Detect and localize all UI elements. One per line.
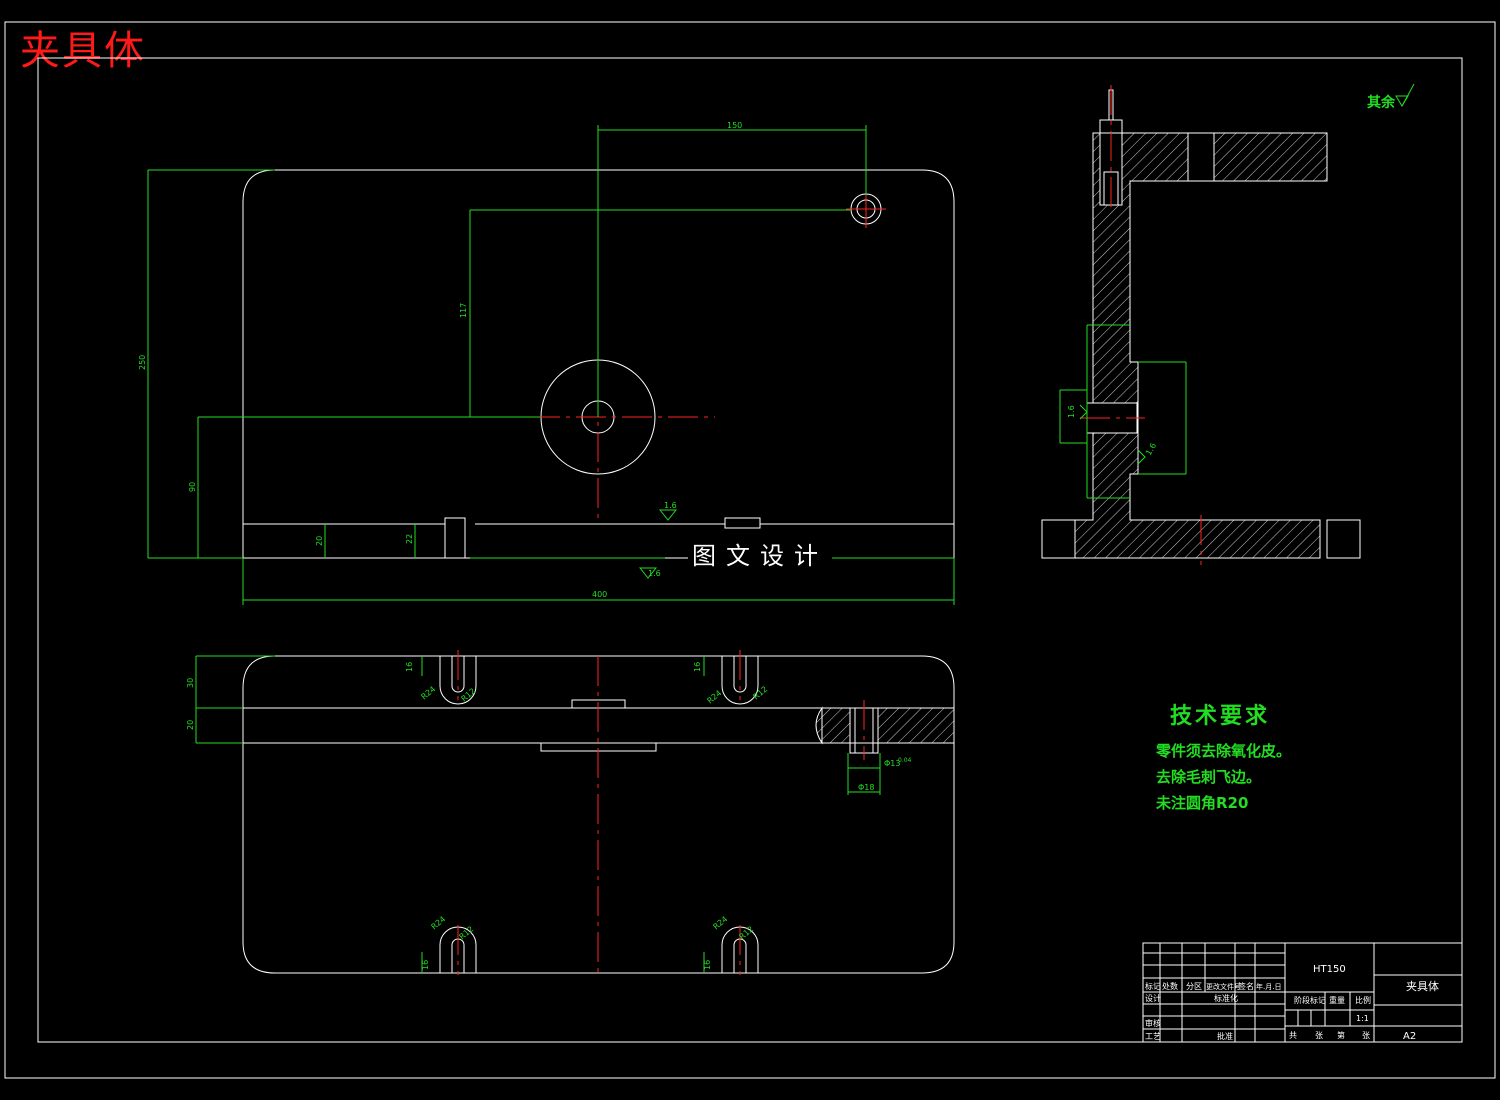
tb-weight: 重量 bbox=[1329, 995, 1345, 1005]
tb-h2: 分区 bbox=[1186, 982, 1202, 991]
bottom-centerlines bbox=[457, 650, 865, 975]
dim-r24-b: R24 bbox=[706, 689, 724, 706]
dim-slot-16-c: 16 bbox=[421, 960, 430, 970]
rough-bottom: 1.6 bbox=[648, 569, 661, 578]
tb-sheet: A2 bbox=[1403, 1031, 1416, 1042]
dim-22: 22 bbox=[405, 534, 414, 544]
rough-top: 1.6 bbox=[664, 501, 677, 510]
dim-bottom-30: 30 bbox=[186, 678, 195, 688]
dim-phi18: Φ18 bbox=[858, 783, 874, 792]
title-block-text: HT150 夹具体 标记 处数 分区 更改文件号 签名 年.月.日 设计 标准化… bbox=[1145, 964, 1439, 1042]
dim-top-width: 150 bbox=[727, 121, 742, 130]
tech-requirement-3: 未注圆角R20 bbox=[1156, 794, 1249, 812]
tb-standardize: 标准化 bbox=[1214, 993, 1238, 1003]
dim-r24-d: R24 bbox=[712, 915, 730, 932]
tb-h3: 更改文件号 bbox=[1206, 982, 1241, 991]
tech-requirements-title: 技术要求 bbox=[1170, 704, 1271, 729]
dim-tol: 0.04 bbox=[898, 757, 912, 764]
tb-scale-label: 比例 bbox=[1355, 995, 1371, 1005]
tb-h1: 处数 bbox=[1162, 981, 1178, 991]
dim-overall-width: 400 bbox=[592, 590, 607, 599]
tb-approve: 批准 bbox=[1217, 1031, 1233, 1041]
front-dimensions bbox=[147, 125, 955, 605]
dim-90: 90 bbox=[188, 482, 197, 492]
front-centerlines bbox=[530, 190, 886, 520]
tech-requirement-1: 零件须去除氧化皮。 bbox=[1156, 742, 1292, 760]
tb-part-name: 夹具体 bbox=[1406, 979, 1439, 993]
dim-slot-16-a: 16 bbox=[405, 662, 414, 672]
roughness-note: 其余 bbox=[1367, 95, 1395, 111]
tb-page: 第 bbox=[1337, 1030, 1345, 1040]
tech-requirement-2: 去除毛刺飞边。 bbox=[1156, 768, 1262, 786]
dim-r24-a: R24 bbox=[420, 685, 438, 702]
side-view bbox=[1041, 89, 1361, 559]
bottom-dimensions bbox=[195, 655, 881, 973]
tb-sheets: 张 bbox=[1315, 1031, 1323, 1040]
dim-250: 250 bbox=[138, 355, 147, 370]
dim-r24-c: R24 bbox=[430, 915, 448, 932]
tb-design: 设计 bbox=[1145, 993, 1161, 1003]
dim-20: 20 bbox=[315, 536, 324, 546]
tb-stage-mark: 阶段标记 bbox=[1294, 995, 1326, 1005]
tb-h4: 签名 bbox=[1238, 981, 1254, 991]
tb-h0: 标记 bbox=[1145, 981, 1161, 991]
watermark: 图文设计 bbox=[688, 536, 832, 571]
rough-side-a: 1.6 bbox=[1067, 405, 1076, 418]
tb-material: HT150 bbox=[1313, 964, 1346, 975]
dim-117: 117 bbox=[459, 303, 468, 318]
rough-side-b: 1.6 bbox=[1144, 441, 1158, 457]
tb-check: 审核 bbox=[1145, 1018, 1161, 1028]
dim-r12-b: R12 bbox=[752, 685, 770, 702]
dim-bottom-20: 20 bbox=[186, 720, 195, 730]
tb-process: 工艺 bbox=[1145, 1032, 1161, 1041]
front-dim-text: 150 117 250 90 20 22 400 1.6 1.6 bbox=[138, 121, 742, 599]
tb-h5: 年.月.日 bbox=[1256, 982, 1281, 991]
dim-slot-16-b: 16 bbox=[693, 662, 702, 672]
dim-slot-16-d: 16 bbox=[703, 960, 712, 970]
tb-scale: 1:1 bbox=[1356, 1014, 1369, 1023]
tb-pages: 张 bbox=[1362, 1031, 1370, 1040]
tb-total: 共 bbox=[1289, 1031, 1297, 1040]
